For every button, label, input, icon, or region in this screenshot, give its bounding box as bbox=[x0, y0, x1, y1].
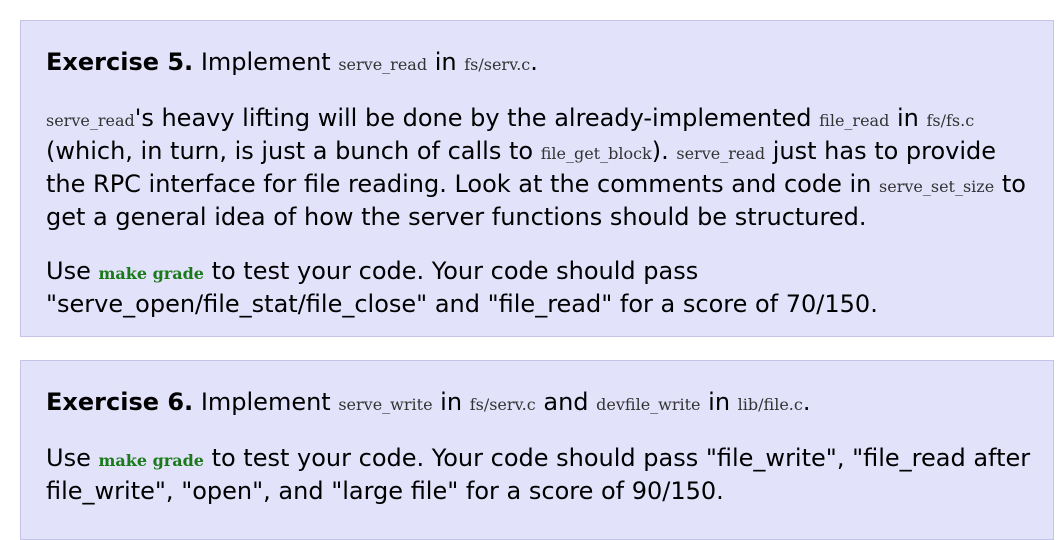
text: 's heavy lifting will be done by the alr… bbox=[134, 104, 820, 132]
exercise-6-grading: Use make grade to test your code. Your c… bbox=[46, 443, 1043, 507]
code-serve-read: serve_read bbox=[338, 55, 428, 74]
text: Implement bbox=[193, 48, 339, 76]
exercise-5-heading: Exercise 5. bbox=[46, 48, 194, 76]
exercise-5-description: serve_read's heavy lifting will be done … bbox=[46, 103, 1043, 233]
exercise-5-box: Exercise 5. Implement serve_read in fs/s… bbox=[20, 20, 1054, 337]
text: . bbox=[530, 48, 538, 76]
text: in bbox=[427, 48, 465, 76]
text: . bbox=[802, 388, 811, 416]
exercise-5-grading: Use make grade to test your code. Your c… bbox=[46, 256, 1043, 320]
text: in bbox=[432, 388, 470, 416]
exercise-6-intro: Exercise 6. Implement serve_write in fs/… bbox=[46, 361, 1043, 420]
exercise-6-heading: Exercise 6. bbox=[46, 388, 194, 416]
code-file-get-block: file_get_block bbox=[540, 144, 652, 163]
code-serve-read: serve_read bbox=[46, 111, 135, 130]
command-make-grade: make grade bbox=[98, 451, 204, 470]
text: Use bbox=[46, 257, 99, 285]
code-fs-fs-c: fs/fs.c bbox=[926, 111, 975, 130]
code-lib-file-c: lib/file.c bbox=[737, 395, 803, 414]
code-fs-serv-c: fs/serv.c bbox=[464, 55, 531, 74]
code-devfile-write: devfile_write bbox=[596, 395, 701, 414]
text: Use bbox=[46, 444, 99, 472]
exercise-6-box: Exercise 6. Implement serve_write in fs/… bbox=[20, 360, 1054, 540]
code-serve-read: serve_read bbox=[676, 144, 766, 163]
text: and bbox=[535, 388, 597, 416]
text: in bbox=[700, 388, 738, 416]
code-file-read: file_read bbox=[819, 111, 890, 130]
text: in bbox=[889, 104, 927, 132]
code-serve-write: serve_write bbox=[338, 395, 433, 414]
command-make-grade: make grade bbox=[98, 264, 204, 283]
text: Implement bbox=[193, 388, 339, 416]
exercise-5-intro: Exercise 5. Implement serve_read in fs/s… bbox=[46, 21, 1043, 80]
text: (which, in turn, is just a bunch of call… bbox=[46, 137, 541, 165]
code-serve-set-size: serve_set_size bbox=[879, 177, 995, 196]
code-fs-serv-c: fs/serv.c bbox=[469, 395, 536, 414]
text: ). bbox=[651, 137, 677, 165]
